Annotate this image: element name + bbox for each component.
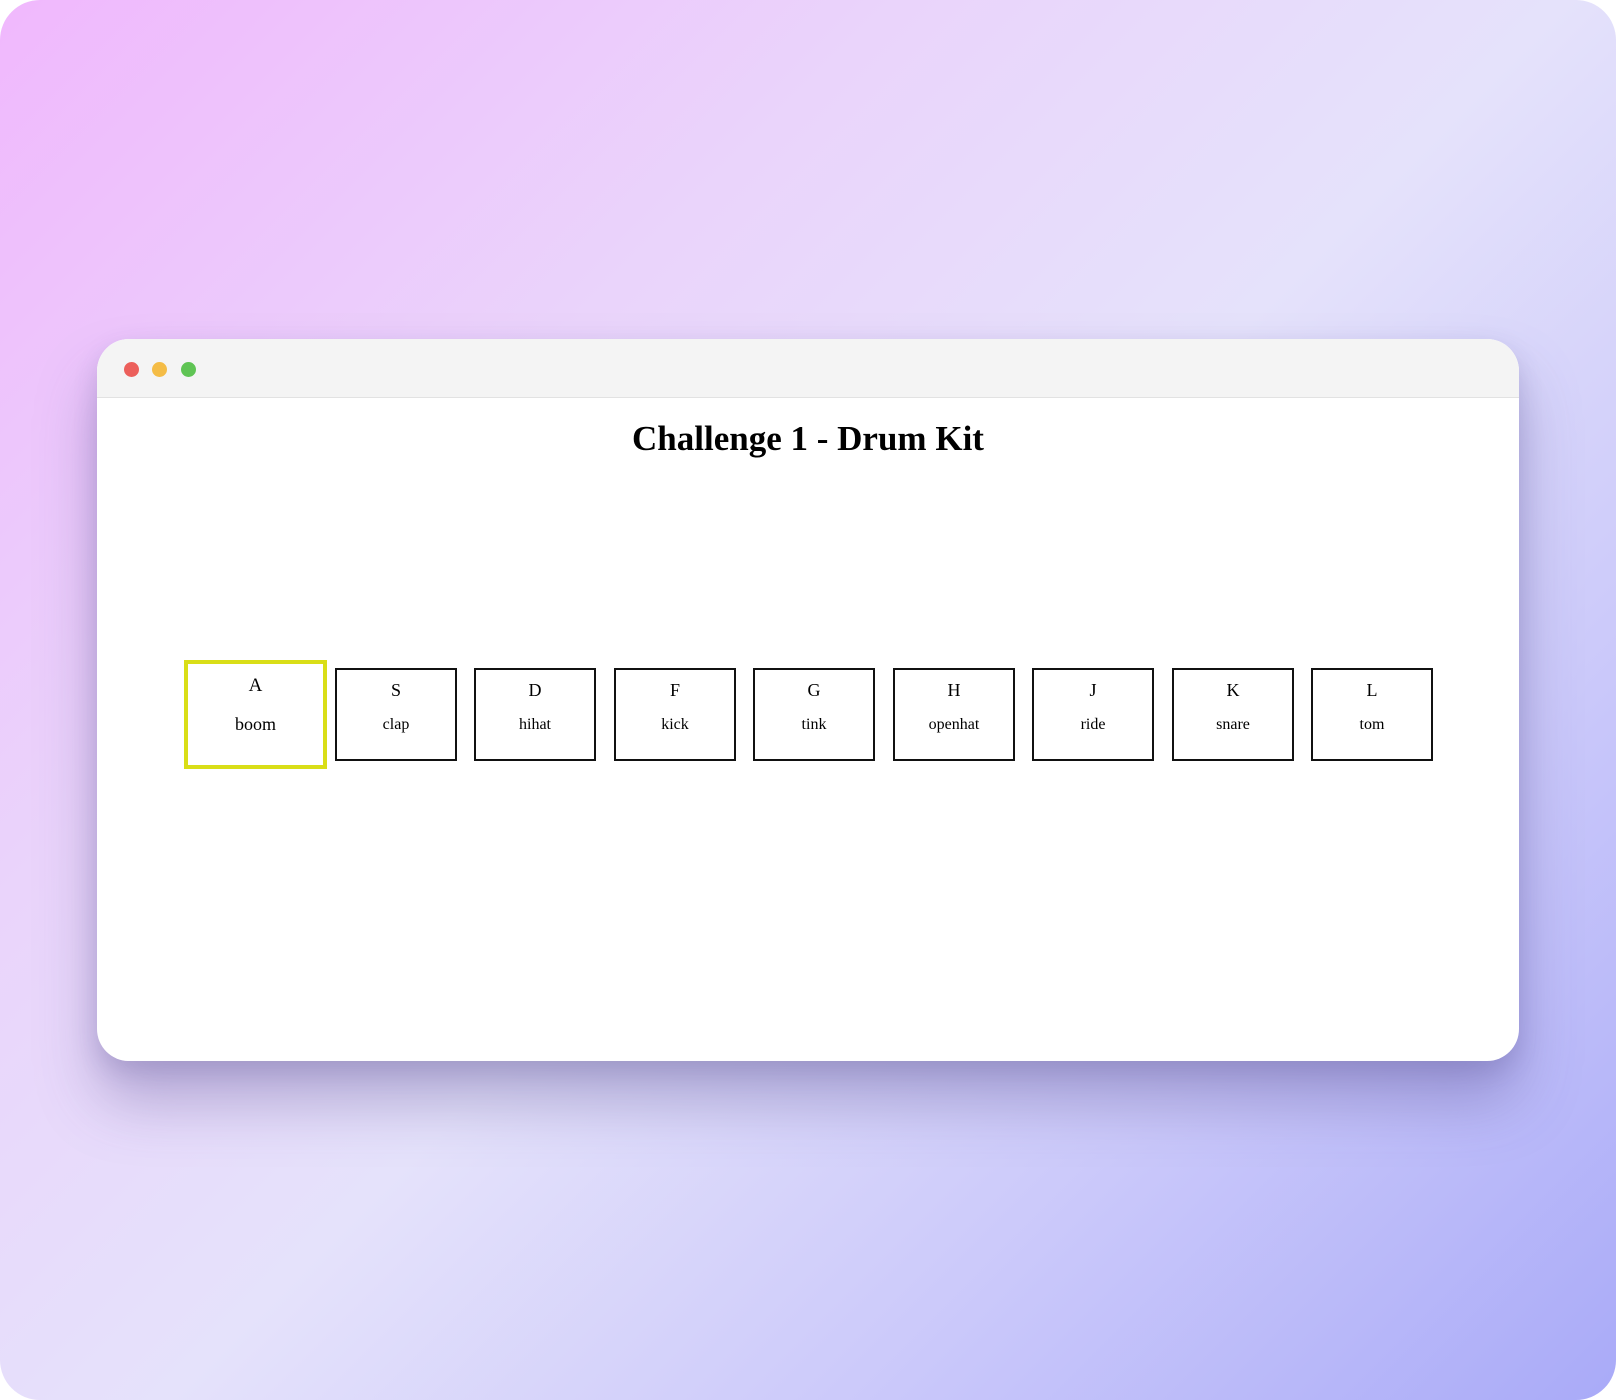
key-sound-name: snare <box>1216 716 1250 733</box>
key-sound-name: ride <box>1080 716 1106 733</box>
key-sound-name: hihat <box>519 716 551 733</box>
key-sound-name: clap <box>382 716 410 733</box>
key-sound-name: tink <box>801 716 827 733</box>
drum-key-d[interactable]: D hihat <box>474 668 596 761</box>
key-letter: J <box>1089 680 1097 700</box>
browser-window: Challenge 1 - Drum Kit A boom S clap D h… <box>97 339 1519 1061</box>
drum-key-j[interactable]: J ride <box>1032 668 1154 761</box>
key-letter: K <box>1226 680 1240 700</box>
key-letter: A <box>248 675 263 696</box>
key-sound-name: openhat <box>928 716 980 733</box>
key-letter: L <box>1366 680 1378 700</box>
desktop-background: Challenge 1 - Drum Kit A boom S clap D h… <box>0 0 1616 1400</box>
key-letter: S <box>390 680 401 700</box>
drum-keys: A boom S clap D hihat F kick G tink H op… <box>97 339 1519 1061</box>
key-letter: H <box>947 680 961 700</box>
key-sound-name: tom <box>1359 716 1385 733</box>
drum-key-s[interactable]: S clap <box>335 668 457 761</box>
drum-key-k[interactable]: K snare <box>1172 668 1294 761</box>
key-letter: D <box>528 680 542 700</box>
drum-key-f[interactable]: F kick <box>614 668 736 761</box>
key-sound-name: kick <box>661 716 689 733</box>
drum-key-g[interactable]: G tink <box>753 668 875 761</box>
drum-key-a[interactable]: A boom <box>184 660 327 769</box>
drum-key-h[interactable]: H openhat <box>893 668 1015 761</box>
key-letter: G <box>807 680 821 700</box>
drum-key-l[interactable]: L tom <box>1311 668 1433 761</box>
key-letter: F <box>669 680 680 700</box>
key-sound-name: boom <box>234 714 276 734</box>
